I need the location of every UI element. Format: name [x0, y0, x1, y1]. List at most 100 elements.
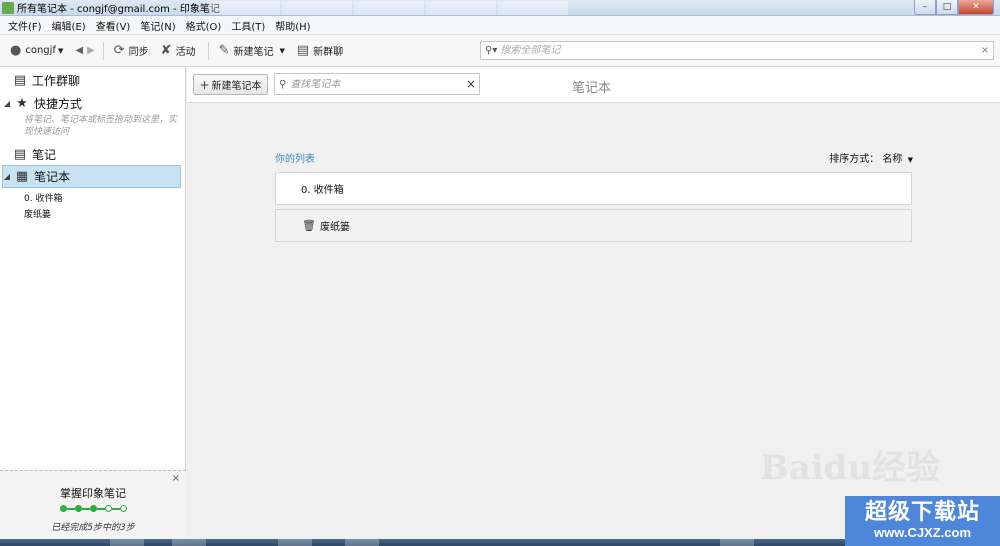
close-button[interactable]: ✕	[958, 0, 994, 15]
site-watermark-url: www.CJXZ.com	[873, 525, 972, 540]
user-icon: ●	[10, 43, 22, 58]
step-done-dot	[90, 505, 97, 512]
background-tab[interactable]	[354, 1, 424, 15]
new-note-button[interactable]: ✎ 新建笔记 ▼	[219, 43, 285, 58]
caret-down-icon: ▼	[57, 46, 64, 55]
sidebar-item-notes[interactable]: ▤ 笔记	[10, 146, 56, 163]
clear-search-icon[interactable]: ×	[463, 77, 479, 91]
list-caption: 你的列表	[275, 154, 315, 165]
notebook-row-trash[interactable]: 🗑 废纸篓	[275, 209, 912, 242]
notebook-name: 0. 收件箱	[301, 185, 344, 196]
onboarding-subtitle: 已经完成5步中的3步	[51, 523, 135, 533]
sidebar-item-inbox[interactable]: 0. 收件箱	[24, 191, 62, 204]
menu-note[interactable]: 笔记(N)	[136, 18, 181, 33]
caret-down-icon[interactable]: ▼	[279, 47, 284, 55]
activity-icon: ✘	[160, 43, 172, 58]
step-pending-dot	[105, 505, 112, 512]
sync-label: 同步	[128, 47, 149, 58]
background-tab[interactable]	[210, 1, 280, 15]
menu-edit[interactable]: 编辑(E)	[48, 18, 92, 33]
taskbar-button[interactable]	[278, 539, 312, 546]
background-window-tabs	[210, 1, 568, 15]
taskbar	[0, 539, 845, 546]
onboarding-title[interactable]: 掌握印象笔记	[0, 485, 186, 501]
expand-arrow-icon[interactable]: ◢	[2, 172, 12, 181]
new-notebook-label: 新建笔记本	[211, 81, 262, 92]
sidebar-item-trash[interactable]: 废纸篓	[24, 207, 51, 220]
onboarding-panel: × 掌握印象笔记 已经完成5步中的3步	[0, 470, 186, 546]
sidebar-item-notebooks[interactable]: ◢ ▦ 笔记本	[2, 168, 70, 185]
step-pending-dot	[120, 505, 127, 512]
global-search-box: ⚲▾ ×	[480, 41, 994, 60]
new-note-icon: ✎	[218, 43, 230, 58]
sidebar-item-work-chat[interactable]: ▤ 工作群聊	[10, 72, 80, 89]
star-icon: ★	[16, 96, 28, 111]
sync-button[interactable]: ⟳ 同步	[114, 43, 149, 58]
window-title: 所有笔记本 - congjf@gmail.com - 印象笔记	[17, 4, 220, 15]
note-icon: ▤	[13, 147, 27, 162]
window-controls: – □ ✕	[914, 0, 994, 15]
trash-icon: 🗑	[302, 219, 316, 232]
page-title: 笔记本	[572, 81, 612, 96]
forward-arrow-icon[interactable]: ▶	[87, 45, 95, 56]
menu-bar: 文件(F) 编辑(E) 查看(V) 笔记(N) 格式(O) 工具(T) 帮助(H…	[0, 16, 1000, 35]
sidebar-item-label: 工作群聊	[32, 74, 81, 88]
search-icon: ⚲	[279, 78, 287, 90]
onboarding-progress	[60, 505, 127, 512]
shortcuts-hint: 将笔记、笔记本或标签拖动到这里，实现快速访问	[24, 115, 178, 137]
site-watermark: 超级下载站 www.CJXZ.com	[845, 496, 1000, 546]
sidebar: ▤ 工作群聊 ◢ ★ 快捷方式 将笔记、笔记本或标签拖动到这里，实现快速访问 ▤…	[0, 67, 186, 546]
step-done-dot	[75, 505, 82, 512]
taskbar-button[interactable]	[172, 539, 206, 546]
toolbar-separator	[207, 41, 209, 60]
user-menu-button[interactable]: ● congjf ▼	[10, 43, 63, 58]
baidu-watermark: Baidu经验	[760, 448, 941, 488]
sidebar-item-label: 笔记本	[34, 170, 71, 184]
site-watermark-name: 超级下载站	[864, 500, 980, 525]
global-search-input[interactable]	[500, 45, 977, 56]
new-group-chat-button[interactable]: ▤ 新群聊	[297, 43, 343, 58]
sync-icon: ⟳	[113, 43, 125, 58]
menu-format[interactable]: 格式(O)	[182, 18, 228, 33]
background-tab[interactable]	[282, 1, 352, 15]
back-arrow-icon[interactable]: ◀	[75, 45, 83, 56]
taskbar-button[interactable]	[345, 539, 379, 546]
taskbar-button[interactable]	[720, 539, 754, 546]
notebooks-header: + 新建笔记本 ⚲ × 笔记本	[187, 67, 1000, 103]
sidebar-item-label: 笔记	[32, 148, 57, 162]
chat-icon: ▤	[13, 73, 27, 88]
clear-search-icon[interactable]: ×	[977, 45, 993, 56]
sidebar-item-shortcuts[interactable]: ◢ ★ 快捷方式	[2, 95, 82, 112]
background-tab[interactable]	[426, 1, 496, 15]
menu-file[interactable]: 文件(F)	[4, 18, 48, 33]
notebook-row-inbox[interactable]: 0. 收件箱	[275, 172, 912, 205]
menu-view[interactable]: 查看(V)	[92, 18, 137, 33]
caret-down-icon: ▼	[907, 156, 913, 164]
sort-label: 排序方式： 名称	[829, 154, 903, 165]
sidebar-item-label: 快捷方式	[34, 97, 83, 111]
menu-tools[interactable]: 工具(T)	[227, 18, 271, 33]
close-icon[interactable]: ×	[172, 473, 180, 484]
new-note-label: 新建笔记	[233, 47, 274, 58]
new-group-chat-label: 新群聊	[313, 47, 344, 58]
minimize-button[interactable]: –	[914, 0, 936, 15]
notebook-icon: ▦	[15, 169, 29, 184]
step-done-dot	[60, 505, 67, 512]
plus-icon: +	[199, 77, 210, 92]
new-notebook-button[interactable]: + 新建笔记本	[193, 74, 268, 95]
taskbar-button[interactable]	[110, 539, 144, 546]
expand-arrow-icon[interactable]: ◢	[2, 99, 12, 108]
evernote-app-icon	[2, 1, 14, 14]
toolbar: ● congjf ▼ ◀ ▶ ⟳ 同步 ✘ 活动 ✎ 新建笔记 ▼ ▤ 新群聊 …	[0, 35, 1000, 67]
notebook-search-box: ⚲ ×	[274, 73, 480, 95]
activity-button[interactable]: ✘ 活动	[161, 43, 196, 58]
title-bar: 所有笔记本 - congjf@gmail.com - 印象笔记 – □ ✕	[0, 0, 1000, 16]
sort-dropdown[interactable]: 排序方式： 名称 ▼	[829, 150, 913, 165]
notebook-search-input[interactable]	[290, 78, 463, 90]
background-tab[interactable]	[498, 1, 568, 15]
maximize-button[interactable]: □	[936, 0, 958, 15]
menu-help[interactable]: 帮助(H)	[271, 18, 316, 33]
search-icon[interactable]: ⚲▾	[485, 45, 497, 56]
user-name: congjf	[25, 45, 56, 56]
chat-icon: ▤	[296, 43, 310, 58]
